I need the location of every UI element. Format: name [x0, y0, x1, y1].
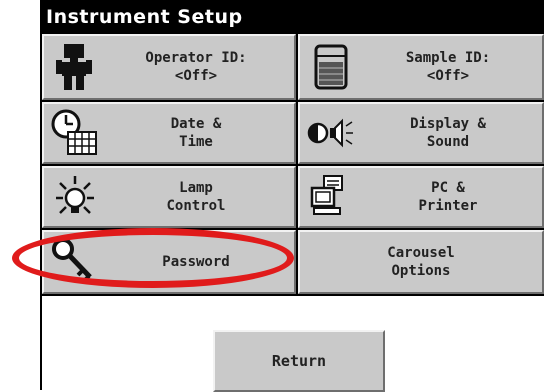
clock-calendar-icon: [51, 109, 97, 155]
lamp-control-button[interactable]: Lamp Control: [42, 166, 296, 228]
return-button[interactable]: Return: [213, 330, 385, 392]
sample-id-value: <Off>: [426, 68, 470, 84]
contrast-speaker-icon: [307, 118, 353, 148]
display-sound-label-2: Sound: [426, 134, 470, 150]
setup-button-grid: Operator ID: <Off> Sample ID: <Off> Date…: [42, 34, 544, 296]
pc-printer-label-1: PC &: [431, 180, 465, 196]
sample-beaker-icon: [314, 44, 348, 90]
display-sound-button[interactable]: Display & Sound: [298, 102, 544, 164]
pc-printer-label-2: Printer: [418, 198, 478, 214]
password-button[interactable]: Password: [42, 230, 296, 294]
sample-id-label: Sample ID:: [405, 50, 491, 66]
password-label: Password: [162, 254, 230, 270]
sample-id-button[interactable]: Sample ID: <Off>: [298, 34, 544, 100]
carousel-options-label-1: Carousel: [387, 245, 455, 261]
carousel-options-button[interactable]: Carousel Options: [298, 230, 544, 294]
pc-printer-icon: [310, 175, 343, 215]
operator-icon: [56, 44, 92, 90]
lamp-control-label-1: Lamp: [179, 180, 213, 196]
lamp-icon: [56, 176, 94, 214]
carousel-options-label-2: Options: [391, 263, 451, 279]
operator-id-label: Operator ID:: [145, 50, 247, 66]
date-time-button[interactable]: Date & Time: [42, 102, 296, 164]
date-time-label-2: Time: [179, 134, 213, 150]
operator-id-button[interactable]: Operator ID: <Off>: [42, 34, 296, 100]
instrument-screen: Instrument Setup Operator ID: <Off> Samp…: [40, 0, 544, 392]
operator-id-value: <Off>: [174, 68, 218, 84]
key-icon: [52, 238, 92, 283]
lamp-control-label-2: Control: [166, 198, 226, 214]
pc-printer-button[interactable]: PC & Printer: [298, 166, 544, 228]
date-time-label-1: Date &: [170, 116, 222, 132]
window-title: Instrument Setup: [42, 0, 544, 34]
display-sound-label-1: Display &: [410, 116, 486, 132]
